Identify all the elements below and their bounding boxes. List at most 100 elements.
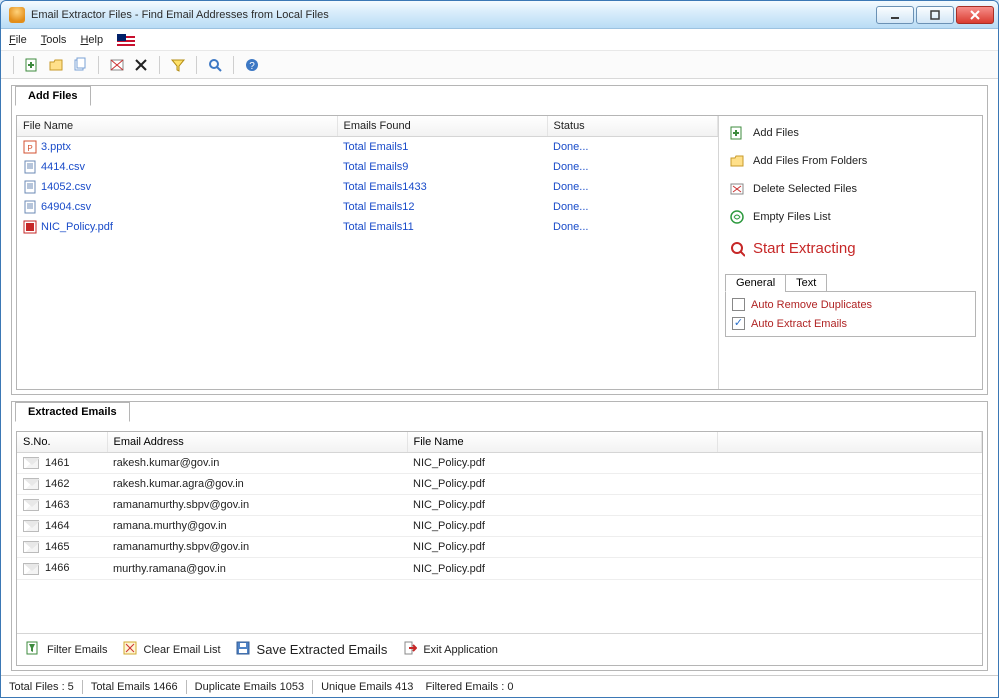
- titlebar: Email Extractor Files - Find Email Addre…: [1, 1, 998, 29]
- envelope-icon: [23, 520, 39, 532]
- chk-auto-remove-dupes[interactable]: Auto Remove Duplicates: [732, 298, 969, 311]
- status-duplicate: Duplicate Emails 1053: [195, 681, 304, 693]
- envelope-icon: [23, 563, 39, 575]
- file-row[interactable]: NIC_Policy.pdfTotal Emails11Done...: [17, 217, 718, 237]
- btn-delete-selected-label: Delete Selected Files: [753, 183, 857, 195]
- email-row[interactable]: 1462rakesh.kumar.agra@gov.inNIC_Policy.p…: [17, 474, 982, 495]
- tb-clear-icon[interactable]: [107, 55, 127, 75]
- minimize-icon: [889, 10, 901, 20]
- checkbox-icon: [732, 298, 745, 311]
- folder-icon: [729, 153, 745, 169]
- tb-help-icon[interactable]: ?: [242, 55, 262, 75]
- app-window: Email Extractor Files - Find Email Addre…: [0, 0, 999, 698]
- menu-file[interactable]: File: [9, 34, 27, 46]
- btn-exit-app[interactable]: Exit Application: [401, 640, 498, 659]
- svg-text:?: ?: [249, 61, 255, 72]
- chk-auto-remove-dupes-label: Auto Remove Duplicates: [751, 299, 872, 311]
- close-icon: [969, 10, 981, 20]
- btn-add-folders-label: Add Files From Folders: [753, 155, 867, 167]
- bottom-actions: Filter Emails Clear Email List Save Extr…: [17, 633, 982, 665]
- emails-table[interactable]: S.No. Email Address File Name 1461rakesh…: [17, 432, 982, 580]
- btn-filter-emails[interactable]: Filter Emails: [25, 640, 108, 659]
- minimize-button[interactable]: [876, 6, 914, 24]
- btn-delete-selected[interactable]: Delete Selected Files: [725, 176, 976, 202]
- emails-scroll[interactable]: S.No. Email Address File Name 1461rakesh…: [17, 432, 982, 633]
- chk-auto-extract[interactable]: Auto Extract Emails: [732, 317, 969, 330]
- status-unique: Unique Emails 413: [321, 681, 413, 693]
- tab-general[interactable]: General: [725, 274, 786, 292]
- file-type-icon: P: [23, 140, 37, 154]
- maximize-button[interactable]: [916, 6, 954, 24]
- btn-clear-list[interactable]: Clear Email List: [122, 640, 221, 659]
- btn-empty-list[interactable]: Empty Files List: [725, 204, 976, 230]
- search-icon: [729, 241, 745, 257]
- delete-icon: [729, 181, 745, 197]
- menu-tools[interactable]: Tools: [41, 34, 67, 46]
- tab-text[interactable]: Text: [785, 274, 827, 292]
- window-title: Email Extractor Files - Find Email Addre…: [31, 9, 329, 21]
- email-row[interactable]: 1466murthy.ramana@gov.inNIC_Policy.pdf: [17, 558, 982, 579]
- file-type-icon: [23, 220, 37, 234]
- envelope-icon: [23, 541, 39, 553]
- tab-extracted[interactable]: Extracted Emails: [15, 402, 130, 422]
- file-type-icon: [23, 160, 37, 174]
- options-panel: General Text Auto Remove Duplicates Auto…: [725, 291, 976, 337]
- statusbar: Total Files : 5 Total Emails 1466 Duplic…: [1, 675, 998, 697]
- btn-save-extracted[interactable]: Save Extracted Emails: [235, 640, 388, 659]
- btn-add-folders[interactable]: Add Files From Folders: [725, 148, 976, 174]
- tb-copy-icon[interactable]: [70, 55, 90, 75]
- file-row[interactable]: 14052.csvTotal Emails1433Done...: [17, 177, 718, 197]
- file-row[interactable]: 4414.csvTotal Emails9Done...: [17, 157, 718, 177]
- add-files-section: Add Files File Name Emails Found Status: [11, 85, 988, 395]
- save-icon: [235, 640, 251, 659]
- col-status[interactable]: Status: [547, 116, 718, 137]
- col-sno[interactable]: S.No.: [17, 432, 107, 453]
- files-panel: File Name Emails Found Status P3.pptxTot…: [17, 116, 718, 389]
- file-row[interactable]: 64904.csvTotal Emails12Done...: [17, 197, 718, 217]
- status-filtered: Filtered Emails : 0: [425, 681, 513, 693]
- file-type-icon: [23, 200, 37, 214]
- btn-clear-list-label: Clear Email List: [144, 644, 221, 656]
- status-total-files: Total Files : 5: [9, 681, 74, 693]
- btn-exit-app-label: Exit Application: [423, 644, 498, 656]
- menu-help[interactable]: Help: [80, 34, 103, 46]
- tab-add-files[interactable]: Add Files: [15, 86, 91, 106]
- empty-icon: [729, 209, 745, 225]
- clear-icon: [122, 640, 138, 659]
- app-icon: [9, 7, 25, 23]
- tb-add-file-icon[interactable]: [22, 55, 42, 75]
- flag-icon[interactable]: [117, 34, 135, 46]
- btn-empty-list-label: Empty Files List: [753, 211, 831, 223]
- close-button[interactable]: [956, 6, 994, 24]
- checkbox-checked-icon: [732, 317, 745, 330]
- tb-search-icon[interactable]: [205, 55, 225, 75]
- envelope-icon: [23, 478, 39, 490]
- email-row[interactable]: 1464ramana.murthy@gov.inNIC_Policy.pdf: [17, 516, 982, 537]
- extracted-section: Extracted Emails S.No. Email Address Fil…: [11, 401, 988, 671]
- status-total-emails: Total Emails 1466: [91, 681, 178, 693]
- btn-start-extracting[interactable]: Start Extracting: [725, 232, 976, 265]
- content: Add Files File Name Emails Found Status: [1, 79, 998, 675]
- btn-add-files[interactable]: Add Files: [725, 120, 976, 146]
- col-email[interactable]: Email Address: [107, 432, 407, 453]
- envelope-icon: [23, 499, 39, 511]
- add-file-icon: [729, 125, 745, 141]
- col-file[interactable]: File Name: [407, 432, 717, 453]
- files-table[interactable]: File Name Emails Found Status P3.pptxTot…: [17, 116, 718, 237]
- btn-add-files-label: Add Files: [753, 127, 799, 139]
- email-row[interactable]: 1465ramanamurthy.sbpv@gov.inNIC_Policy.p…: [17, 537, 982, 558]
- email-row[interactable]: 1461rakesh.kumar@gov.inNIC_Policy.pdf: [17, 453, 982, 474]
- toolbar: ?: [1, 51, 998, 79]
- tb-delete-icon[interactable]: [131, 55, 151, 75]
- email-row[interactable]: 1463ramanamurthy.sbpv@gov.inNIC_Policy.p…: [17, 495, 982, 516]
- files-header-row: File Name Emails Found Status: [17, 116, 718, 137]
- col-filename[interactable]: File Name: [17, 116, 337, 137]
- tb-add-folder-icon[interactable]: [46, 55, 66, 75]
- tb-filter-icon[interactable]: [168, 55, 188, 75]
- btn-start-extracting-label: Start Extracting: [753, 240, 856, 257]
- file-type-icon: [23, 180, 37, 194]
- file-row[interactable]: P3.pptxTotal Emails1Done...: [17, 137, 718, 158]
- maximize-icon: [929, 10, 941, 20]
- right-panel: Add Files Add Files From Folders Delete …: [718, 116, 982, 389]
- col-emails-found[interactable]: Emails Found: [337, 116, 547, 137]
